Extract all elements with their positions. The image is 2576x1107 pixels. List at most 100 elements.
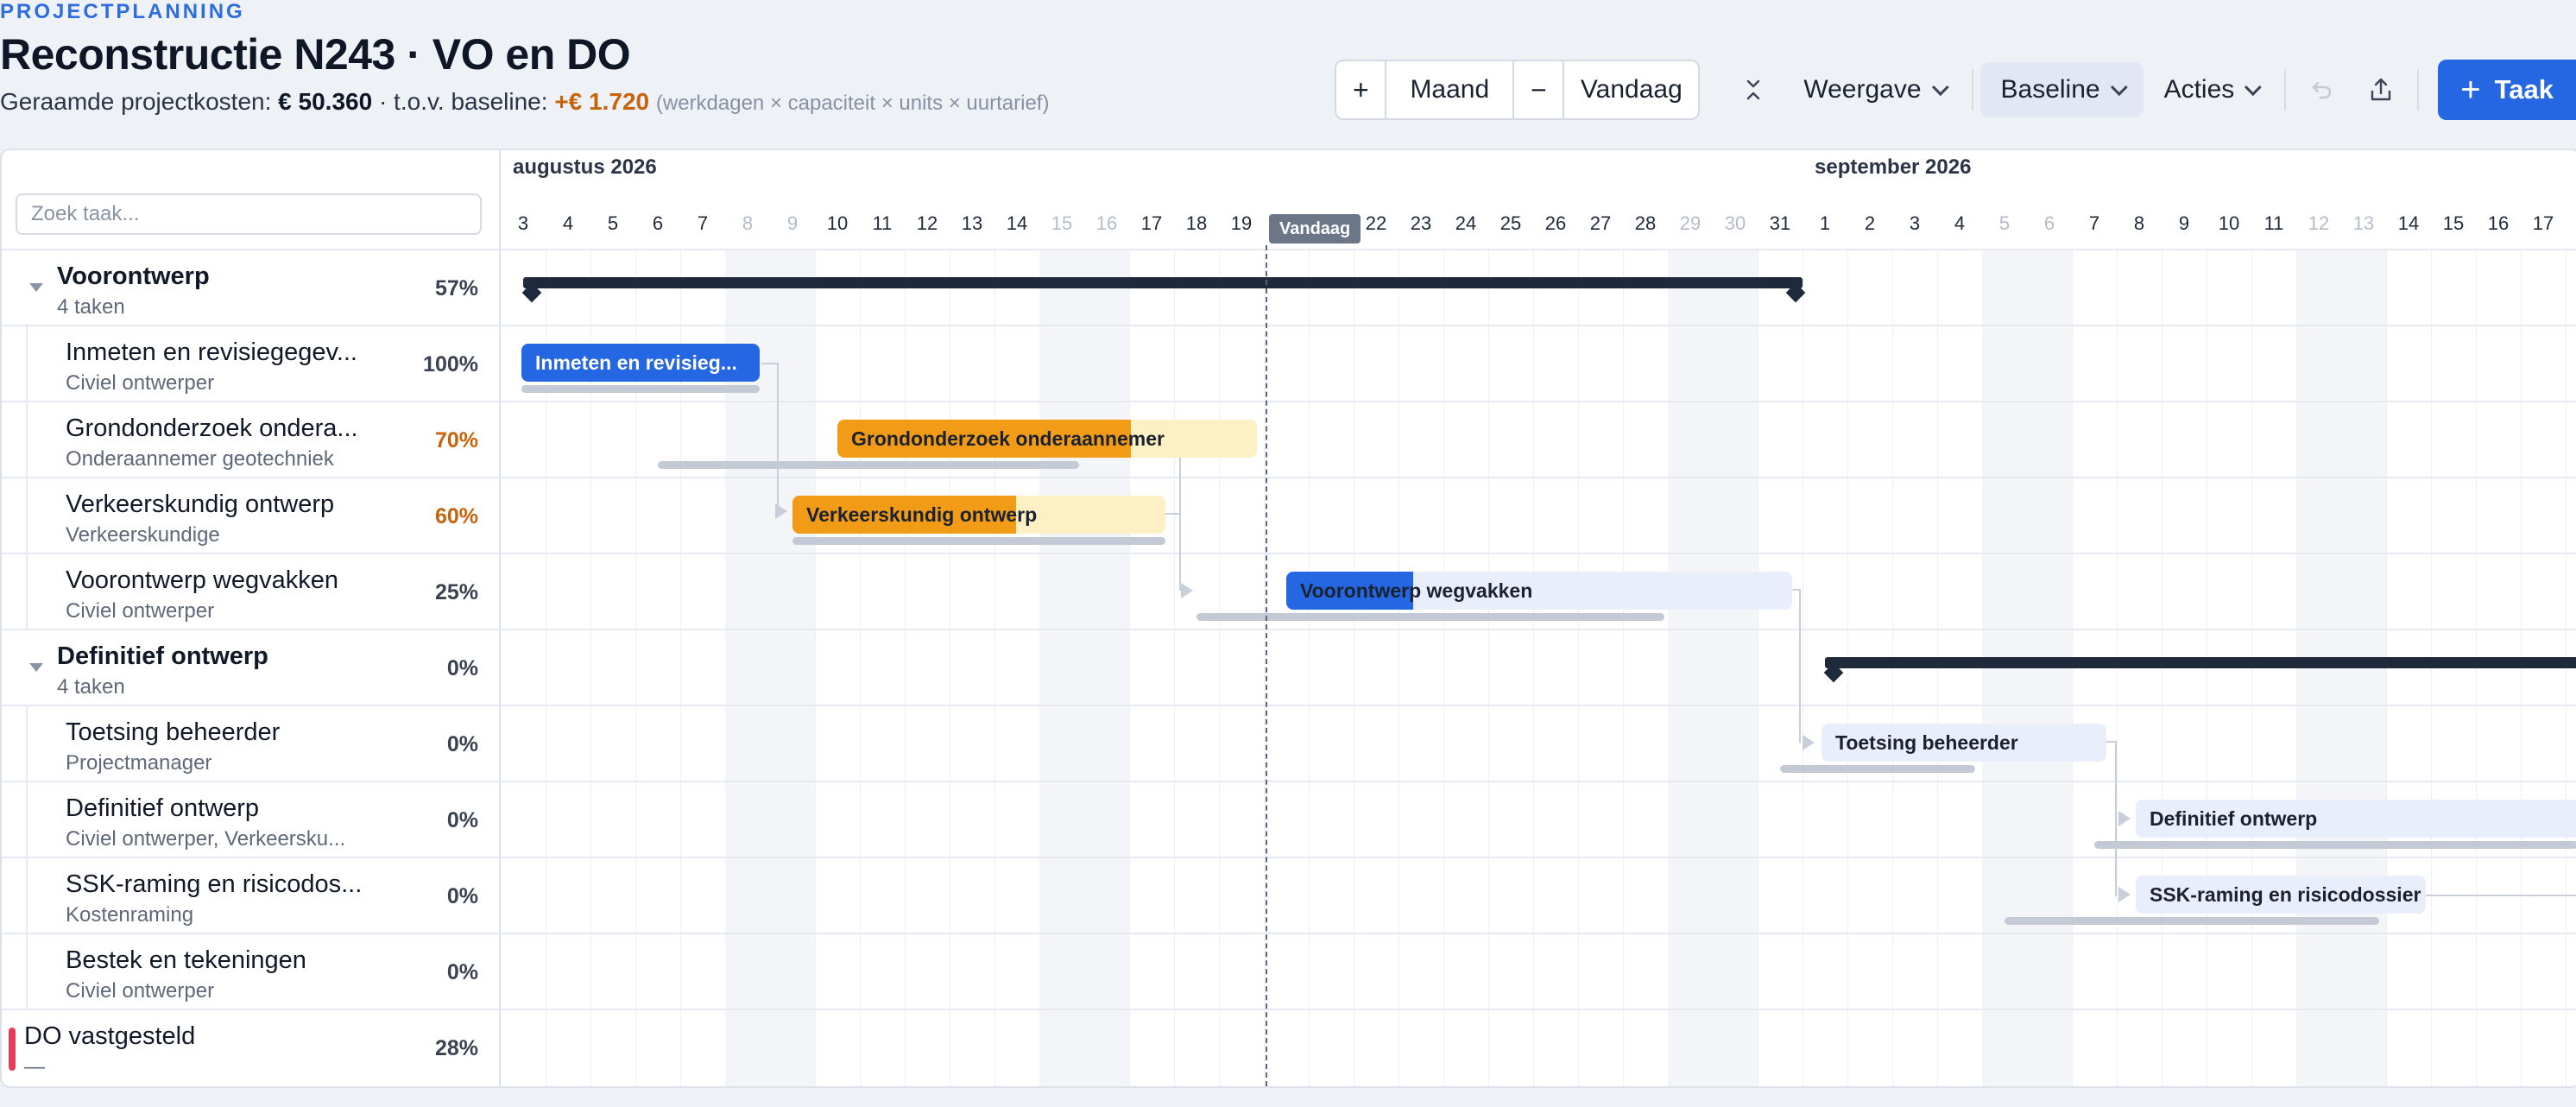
search-input[interactable] [16, 193, 482, 235]
grid-line [1174, 249, 1175, 1086]
row-divider [501, 857, 2576, 858]
task-row-group[interactable]: Voorontwerp 4 taken 57% [2, 249, 499, 325]
task-name: DO vastgesteld [24, 1022, 196, 1050]
day-label: 6 [2043, 212, 2055, 234]
task-bar-label: Voorontwerp wegvakken [1300, 579, 1533, 602]
cost-summary: Geraamde projectkosten: € 50.360 · t.o.v… [0, 88, 1049, 116]
grid-line [1533, 249, 1534, 1086]
task-percent: 57% [434, 276, 478, 300]
task-name: Definitief ontwerp [66, 794, 260, 822]
gantt-panel: Voorontwerp 4 taken 57% Inmeten en revis… [0, 149, 2576, 1088]
page-title: Reconstructie N243 · VO en DO [0, 30, 631, 79]
dependency-line [761, 363, 779, 364]
task-bar[interactable]: SSK-raming en risicodossier [2136, 876, 2426, 914]
task-name: Bestek en tekeningen [66, 946, 306, 974]
toolbar: + Maand − Vandaag Weergave Baseline Acti… [1335, 60, 2576, 120]
day-label: 16 [1095, 212, 1118, 234]
collapse-rows-icon[interactable] [1731, 62, 1776, 117]
add-task-label: Taak [2494, 74, 2554, 104]
month-label: september 2026 [1815, 155, 1972, 179]
task-bar[interactable]: Voorontwerp wegvakken [1286, 572, 1792, 610]
task-row[interactable]: Bestek en tekeningen Civiel ontwerper 0% [2, 933, 499, 1009]
undo-icon[interactable] [2300, 62, 2345, 117]
day-label: 7 [697, 212, 709, 234]
task-bar-label: Toetsing beheerder [1835, 731, 2018, 754]
view-menu-button[interactable]: Weergave [1783, 62, 1964, 117]
task-row[interactable]: Voorontwerp wegvakken Civiel ontwerper 2… [2, 553, 499, 629]
task-percent: 100% [423, 352, 478, 376]
task-bar[interactable]: Verkeerskundig ontwerp [792, 496, 1165, 534]
day-label: 8 [742, 212, 754, 234]
cost-label: Geraamde projectkosten: [0, 88, 272, 115]
indent-guide [26, 782, 28, 857]
zoom-in-button[interactable]: + [1336, 61, 1387, 118]
grid-line [1264, 249, 1265, 1086]
day-label: 19 [1230, 212, 1253, 234]
grid-line [1578, 249, 1579, 1086]
indent-guide [26, 326, 28, 401]
day-label: 25 [1500, 212, 1522, 234]
task-row[interactable]: Verkeerskundig ontwerp Verkeerskundige 6… [2, 477, 499, 553]
today-button[interactable]: Vandaag [1564, 61, 1698, 118]
task-sub: Civiel ontwerper [66, 979, 215, 1003]
day-label: 17 [2532, 212, 2554, 234]
actions-menu-button[interactable]: Acties [2144, 62, 2278, 117]
day-label: 26 [1544, 212, 1567, 234]
day-label: 13 [961, 212, 983, 234]
day-label: 14 [1006, 212, 1028, 234]
day-label: 3 [517, 212, 529, 234]
grid-line [905, 249, 906, 1086]
day-label: 29 [1679, 212, 1702, 234]
dependency-arrow [2118, 887, 2131, 902]
day-label: 16 [2487, 212, 2510, 234]
task-sub: Civiel ontwerper [66, 599, 215, 623]
weekend-shade [1039, 249, 1084, 1086]
row-divider [501, 705, 2576, 706]
task-row[interactable]: Inmeten en revisiegegev... Civiel ontwer… [2, 325, 499, 401]
eyebrow-label: PROJECTPLANNING [0, 0, 245, 23]
weekend-shade [1713, 249, 1758, 1086]
add-task-button[interactable]: + Taak [2438, 60, 2576, 120]
task-row[interactable]: Toetsing beheerder Projectmanager 0% [2, 705, 499, 781]
dependency-arrow [1803, 735, 1815, 750]
collapse-triangle-icon[interactable] [29, 663, 43, 672]
collapse-triangle-icon[interactable] [29, 283, 43, 292]
milestone-row[interactable]: DO vastgesteld — 28% [2, 1009, 499, 1085]
task-bar[interactable]: Toetsing beheerder [1822, 724, 2106, 762]
row-divider [501, 553, 2576, 554]
task-row[interactable]: Definitief ontwerp Civiel ontwerper, Ver… [2, 781, 499, 857]
baseline-menu-label: Baseline [2000, 75, 2100, 104]
scale-button[interactable]: Maand [1386, 61, 1515, 118]
summary-bar-definitief-ontwerp[interactable] [1825, 657, 2576, 668]
zoom-out-button[interactable]: − [1514, 61, 1565, 118]
gantt-timeline: augustus 2026 september 2026 3 4 5 6 7 8 9 10 11… [501, 150, 2576, 1086]
task-name: SSK-raming en risicodos... [66, 870, 363, 898]
grid-line [1623, 249, 1624, 1086]
zoom-group: + Maand − Vandaag [1335, 60, 1701, 120]
day-label: 8 [2133, 212, 2145, 234]
task-bar-label: Verkeerskundig ontwerp [806, 503, 1038, 526]
dependency-line [2115, 741, 2117, 896]
task-bar[interactable]: Definitief ontwerp [2136, 800, 2576, 838]
day-label: 5 [607, 212, 619, 234]
toolbar-divider [2417, 69, 2420, 111]
chevron-down-icon [2245, 79, 2263, 97]
indent-guide [26, 934, 28, 1009]
task-bar[interactable]: Inmeten en revisieg... [521, 344, 760, 382]
task-row[interactable]: SSK-raming en risicodos... Kostenraming … [2, 857, 499, 933]
view-menu-label: Weergave [1803, 75, 1922, 104]
day-label: 5 [1998, 212, 2011, 234]
task-bar[interactable]: Grondonderzoek onderaannemer [837, 420, 1257, 458]
task-row-group[interactable]: Definitief ontwerp 4 taken 0% [2, 629, 499, 705]
plus-icon: + [2460, 71, 2481, 109]
toolbar-divider [2284, 69, 2287, 111]
summary-bar-voorontwerp[interactable] [523, 277, 1803, 288]
cost-formula: (werkdagen × capaciteit × units × uurtar… [655, 92, 1050, 115]
day-label: 4 [1954, 212, 1966, 234]
task-row[interactable]: Grondonderzoek ondera... Onderaannemer g… [2, 401, 499, 477]
toolbar-divider [1971, 69, 1973, 111]
export-icon[interactable] [2358, 62, 2403, 117]
baseline-menu-button[interactable]: Baseline [1979, 62, 2144, 117]
day-label: 11 [2263, 212, 2284, 234]
task-percent: 70% [434, 428, 478, 452]
